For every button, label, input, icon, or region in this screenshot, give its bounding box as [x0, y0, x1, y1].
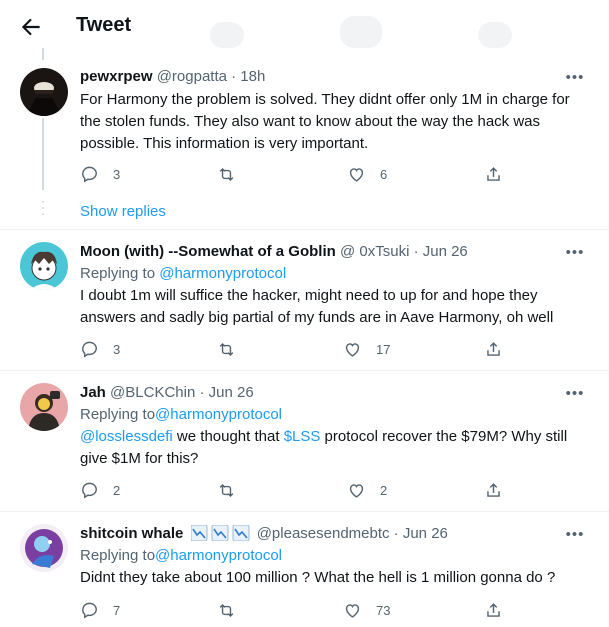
blurred-shape: [478, 22, 512, 48]
retweet-button[interactable]: [217, 339, 236, 359]
replying-to-line: Replying to@harmonyprotocol: [80, 405, 282, 425]
cashtag-link[interactable]: $LSS: [284, 428, 321, 445]
tweet-text: I doubt 1m will suffice the hacker, migh…: [80, 287, 554, 326]
like-button[interactable]: 6: [347, 164, 387, 184]
share-icon: [487, 482, 500, 497]
tweet-text-part: we thought that: [172, 428, 284, 445]
heart-icon: [345, 342, 360, 357]
display-name[interactable]: shitcoin whale: [80, 525, 183, 542]
replying-prefix: Replying to: [80, 265, 160, 282]
tweet-actions: 2 2: [80, 480, 520, 500]
divider: [0, 229, 609, 230]
reply-count: 3: [113, 166, 121, 182]
more-options-button[interactable]: •••: [565, 386, 585, 408]
avatar[interactable]: [20, 383, 68, 431]
tweet-actions: 3 6: [80, 164, 520, 184]
divider: [0, 511, 609, 512]
reply-count: 3: [113, 341, 121, 357]
thread-dots: [41, 201, 45, 219]
replying-to-link[interactable]: @harmonyprotocol: [155, 406, 282, 423]
replying-to-link[interactable]: @harmonyprotocol: [155, 547, 282, 564]
like-button[interactable]: 17: [343, 339, 390, 359]
retweet-icon: [219, 603, 234, 617]
avatar[interactable]: [20, 524, 68, 572]
share-button[interactable]: [484, 600, 503, 620]
reply-count: 2: [113, 482, 121, 498]
back-button[interactable]: [18, 14, 44, 40]
reply-button[interactable]: 3: [80, 339, 120, 359]
like-count: 6: [380, 166, 388, 182]
retweet-button[interactable]: [217, 600, 236, 620]
heart-icon: [349, 167, 364, 182]
reply-button[interactable]: 7: [80, 600, 120, 620]
replying-prefix: Replying to: [80, 406, 156, 423]
handle-and-time[interactable]: @ 0xTsuki · Jun 26: [340, 243, 468, 260]
page-title: Tweet: [76, 14, 132, 36]
replying-prefix: Replying to: [80, 547, 156, 564]
handle-and-time[interactable]: @rogpatta · 18h: [157, 68, 266, 85]
avatar-image: [20, 242, 68, 290]
chart-decreasing-emoji-icons: [190, 524, 251, 547]
top-bar: Tweet: [0, 0, 609, 53]
thread-line: [42, 48, 44, 60]
share-button[interactable]: [484, 480, 503, 500]
tweet-header: Moon (with) --Somewhat of a Goblin @ 0xT…: [80, 242, 468, 262]
tweet-header: Jah @BLCKChin · Jun 26: [80, 383, 254, 403]
avatar-image: [20, 524, 68, 572]
blurred-shape: [340, 16, 382, 48]
like-count: 17: [376, 341, 391, 357]
share-icon: [487, 602, 500, 617]
like-count: 73: [376, 602, 391, 618]
handle-and-time[interactable]: @BLCKChin · Jun 26: [110, 384, 254, 401]
retweet-icon: [219, 342, 234, 356]
reply-icon: [82, 602, 97, 619]
display-name[interactable]: pewxrpew: [80, 68, 153, 85]
handle-and-time[interactable]: @pleasesendmebtc · Jun 26: [257, 525, 448, 542]
tweet-actions: 7 73: [80, 600, 520, 620]
divider: [0, 370, 609, 371]
avatar[interactable]: [20, 242, 68, 290]
more-options-button[interactable]: •••: [565, 527, 585, 549]
reply-icon: [82, 482, 97, 499]
retweet-icon: [219, 483, 234, 497]
heart-icon: [349, 483, 364, 498]
tweet-header: shitcoin whale @pleasesendmebtc · Jun 26: [80, 524, 448, 547]
reply-icon: [82, 341, 97, 358]
reply-button[interactable]: 2: [80, 480, 120, 500]
replying-to-line: Replying to @harmonyprotocol: [80, 264, 286, 284]
replying-to-line: Replying to@harmonyprotocol: [80, 546, 282, 566]
chart-decreasing-icon: [190, 524, 208, 542]
retweet-icon: [219, 167, 234, 181]
tweet-header: pewxrpew @rogpatta · 18h: [80, 67, 265, 87]
avatar[interactable]: [20, 68, 68, 116]
like-count: 2: [380, 482, 388, 498]
display-name[interactable]: Moon (with) --Somewhat of a Goblin: [80, 243, 336, 260]
show-replies-link[interactable]: Show replies: [80, 203, 166, 220]
share-button[interactable]: [484, 164, 503, 184]
blurred-shape: [210, 22, 244, 48]
tweet-actions: 3 17: [80, 339, 520, 359]
like-button[interactable]: 73: [343, 600, 390, 620]
share-button[interactable]: [484, 339, 503, 359]
arrow-left-icon: [21, 18, 40, 36]
tweet-text: @losslessdefi we thought that $LSS proto…: [80, 426, 580, 470]
tweet-text: For Harmony the problem is solved. They …: [80, 91, 570, 152]
mention-link[interactable]: @losslessdefi: [80, 428, 173, 445]
replying-to-link[interactable]: @harmonyprotocol: [159, 265, 286, 282]
share-icon: [487, 341, 500, 356]
share-icon: [487, 166, 500, 181]
thread-line: [42, 118, 44, 190]
more-options-button[interactable]: •••: [565, 245, 585, 267]
reply-count: 7: [113, 602, 121, 618]
avatar-image: [20, 68, 68, 116]
retweet-button[interactable]: [217, 164, 236, 184]
display-name[interactable]: Jah: [80, 384, 106, 401]
retweet-button[interactable]: [217, 480, 236, 500]
tweet-text: Didnt they take about 100 million ? What…: [80, 569, 556, 586]
reply-button[interactable]: 3: [80, 164, 120, 184]
heart-icon: [345, 603, 360, 618]
like-button[interactable]: 2: [347, 480, 387, 500]
avatar-image: [20, 383, 68, 431]
reply-icon: [82, 166, 97, 183]
